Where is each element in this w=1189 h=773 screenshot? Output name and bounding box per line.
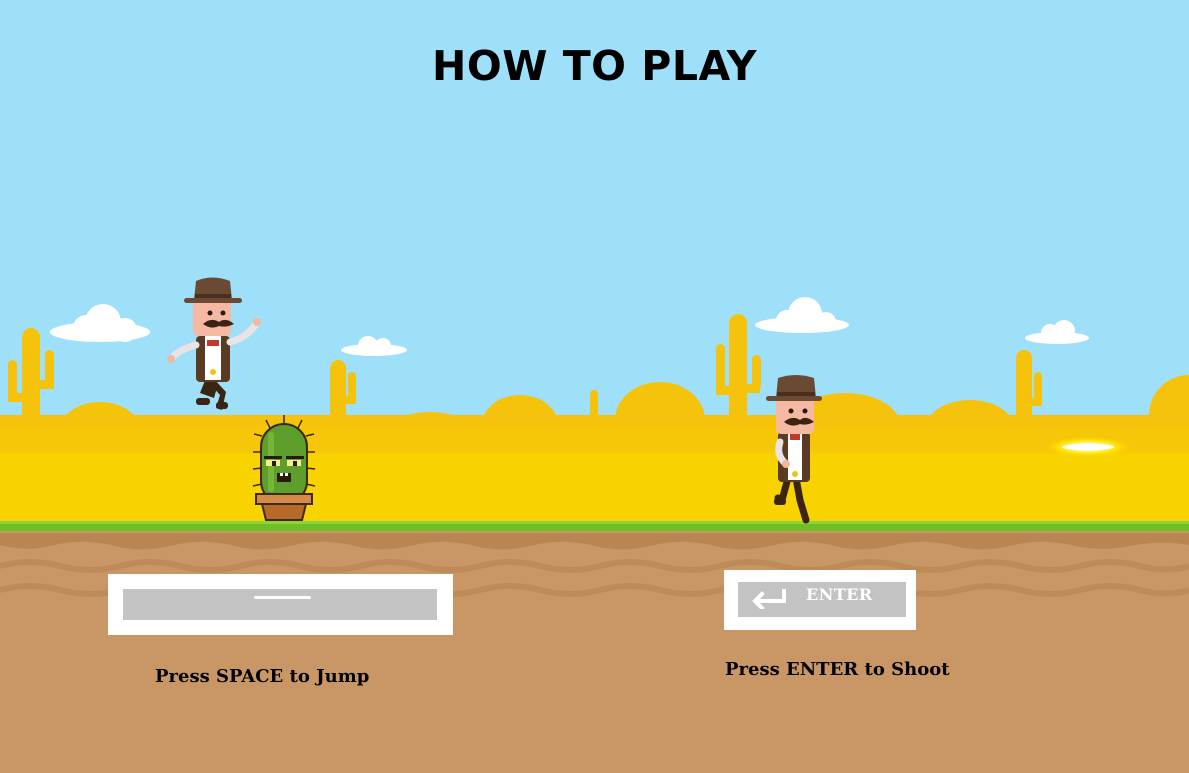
- space-bar-icon: [254, 596, 311, 599]
- enter-key: ENTER: [724, 570, 916, 630]
- enter-key-label: ENTER: [806, 585, 873, 604]
- jump-instruction: Press SPACE to Jump: [155, 666, 370, 687]
- space-key: [108, 574, 453, 635]
- enter-arrow-icon: [752, 589, 786, 609]
- shoot-instruction: Press ENTER to Shoot: [725, 659, 950, 680]
- space-key-face: [123, 589, 437, 620]
- sand-seam: [0, 426, 1189, 454]
- page-title: HOW TO PLAY: [432, 42, 757, 90]
- sand-front: [0, 452, 1189, 524]
- enter-key-face: ENTER: [738, 582, 906, 617]
- game-scene: [0, 0, 1189, 773]
